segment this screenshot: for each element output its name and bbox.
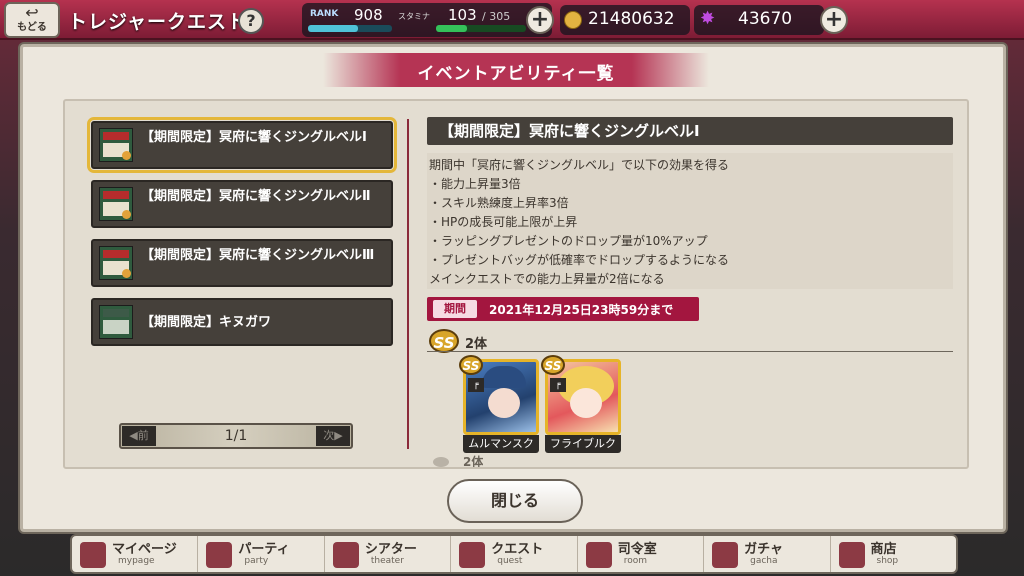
pager: ◀前 1/1 次▶ — [119, 423, 353, 449]
crossed-swords-icon — [459, 542, 486, 568]
pen-icon — [585, 542, 612, 568]
character-card[interactable]: ╒ SS ムルマンスク — [459, 355, 539, 453]
screen-title: トレジャークエスト — [68, 11, 248, 33]
detail-line: ・能力上昇量3倍 — [429, 177, 521, 191]
camera-icon — [332, 542, 359, 568]
shop-icon — [838, 542, 865, 568]
ability-item[interactable]: 【期間限定】冥府に響くジングルベルⅠ — [87, 117, 397, 173]
detail-line: ・ラッピングプレゼントのドロップ量が10%アップ — [429, 234, 708, 248]
nav-quest[interactable]: クエスト quest — [451, 536, 578, 572]
nav-gacha[interactable]: ガチャ gacha — [704, 536, 831, 572]
detail-line: ・プレゼントバッグが低確率でドロップするようになる — [429, 253, 730, 267]
period-text: 2021年12月25日23時59分まで — [489, 303, 674, 317]
detail-line: 期間中「冥府に響くジングルベル」で以下の効果を得る — [429, 158, 730, 172]
character-count: 2体 — [465, 337, 488, 352]
train-icon — [80, 542, 106, 568]
status-panel: RANK 908 スタミナ 103 / 305 — [302, 3, 552, 37]
coin-panel: 21480632 — [560, 5, 690, 35]
nav-label: 商店 — [870, 542, 897, 557]
rank-label: RANK — [310, 9, 339, 19]
stamina-label: スタミナ — [398, 12, 430, 21]
nav-label: パーティ — [238, 542, 290, 557]
close-button[interactable]: 閉じる — [447, 479, 583, 523]
ability-name: 【期間限定】キヌガワ — [141, 315, 272, 330]
detail-description: 期間中「冥府に響くジングルベル」で以下の効果を得る ・能力上昇量3倍 ・スキル熟… — [427, 153, 953, 289]
ability-list: 【期間限定】冥府に響くジングルベルⅠ 【期間限定】冥府に響くジングルベルⅡ 【期… — [87, 117, 397, 357]
coin-icon — [564, 11, 582, 29]
nav-sublabel: quest — [497, 556, 523, 566]
gem-add-button[interactable]: + — [820, 6, 848, 34]
period-bar: 期間 2021年12月25日23時59分まで — [427, 297, 699, 321]
character-ss-badge: SS — [541, 355, 565, 375]
modal-title: イベントアビリティ一覧 — [417, 64, 615, 84]
detail-line: ・HPの成長可能上限が上昇 — [429, 215, 578, 229]
vertical-divider — [407, 119, 409, 449]
nav-room[interactable]: 司令室 room — [578, 536, 705, 572]
nav-sublabel: theater — [370, 556, 404, 566]
nav-shop[interactable]: 商店 shop — [831, 536, 956, 572]
nav-label: クエスト — [491, 542, 544, 557]
help-button[interactable]: ? — [238, 8, 264, 34]
nav-label: シアター — [364, 542, 417, 557]
nav-label: マイページ — [112, 542, 177, 557]
gun-type-icon: ╒ — [550, 378, 566, 392]
stamina-value: 103 — [448, 6, 477, 24]
bottom-nav: マイページ mypage パーティ party シアター theater クエス… — [70, 534, 958, 574]
ability-name: 【期間限定】冥府に響くジングルベルⅠ — [141, 130, 367, 145]
ability-name: 【期間限定】冥府に響くジングルベルⅢ — [141, 248, 375, 263]
gem-icon: ✸ — [700, 8, 716, 29]
ability-name: 【期間限定】冥府に響くジングルベルⅡ — [141, 189, 371, 204]
rank-row-divider — [427, 351, 953, 352]
stamina-max: / 305 — [482, 10, 511, 23]
ticket-icon — [712, 542, 739, 568]
character-name: ムルマンスク — [463, 435, 539, 453]
back-button[interactable]: ↩ もどる — [4, 2, 60, 38]
nav-sublabel: room — [623, 556, 647, 566]
ability-thumbnail-icon — [99, 246, 133, 280]
ability-item[interactable]: 【期間限定】冥府に響くジングルベルⅢ — [91, 239, 393, 287]
detail-line: メインクエストでの能力上昇量が2倍になる — [429, 272, 665, 286]
coin-value: 21480632 — [588, 9, 675, 29]
next-row-count: 2体 — [463, 455, 484, 467]
rank-progress-bar — [308, 25, 392, 32]
content-frame: 【期間限定】冥府に響くジングルベルⅠ 【期間限定】冥府に響くジングルベルⅡ 【期… — [63, 99, 969, 469]
stamina-bar — [436, 25, 526, 32]
ability-item[interactable]: 【期間限定】冥府に響くジングルベルⅡ — [91, 180, 393, 228]
gem-panel: ✸ 43670 — [694, 5, 824, 35]
stamina-add-button[interactable]: + — [526, 6, 554, 34]
character-name: フライブルク — [545, 435, 621, 453]
ability-item[interactable]: 【期間限定】キヌガワ — [91, 298, 393, 346]
character-ss-badge: SS — [459, 355, 483, 375]
next-row-badge-peek — [433, 457, 449, 467]
period-tag: 期間 — [433, 300, 477, 318]
detail-line: ・スキル熟練度上昇率3倍 — [429, 196, 569, 210]
nav-sublabel: party — [244, 556, 269, 566]
nav-sublabel: gacha — [750, 556, 778, 566]
event-ability-modal: イベントアビリティ一覧 【期間限定】冥府に響くジングルベルⅠ 【期間限定】冥府に… — [20, 44, 1006, 532]
character-card[interactable]: ╒ SS フライブルク — [541, 355, 621, 453]
nav-theater[interactable]: シアター theater — [325, 536, 452, 572]
nav-sublabel: shop — [876, 556, 899, 566]
top-bar: ↩ もどる トレジャークエスト ? RANK 908 スタミナ 103 / 30… — [0, 0, 1024, 40]
party-icon — [206, 542, 233, 568]
gun-type-icon: ╒ — [468, 378, 484, 392]
ss-rank-badge: SS — [429, 329, 459, 353]
nav-party[interactable]: パーティ party — [198, 536, 325, 572]
modal-title-band: イベントアビリティ一覧 — [323, 53, 709, 87]
back-arrow-icon: ↩ — [25, 3, 39, 22]
back-label: もどる — [17, 22, 47, 33]
nav-sublabel: mypage — [118, 556, 155, 566]
gem-value: 43670 — [738, 9, 793, 29]
nav-label: ガチャ — [744, 542, 783, 557]
ability-thumbnail-icon — [99, 187, 133, 221]
stamina-fill — [436, 25, 467, 32]
detail-title: 【期間限定】冥府に響くジングルベルⅠ — [427, 117, 953, 145]
nav-label: 司令室 — [617, 542, 657, 557]
ability-thumbnail-icon — [99, 128, 133, 162]
pager-next-button[interactable]: 次▶ — [316, 426, 350, 446]
rank-value: 908 — [354, 6, 383, 24]
nav-mypage[interactable]: マイページ mypage — [72, 536, 199, 572]
ability-thumbnail-icon — [99, 305, 133, 339]
